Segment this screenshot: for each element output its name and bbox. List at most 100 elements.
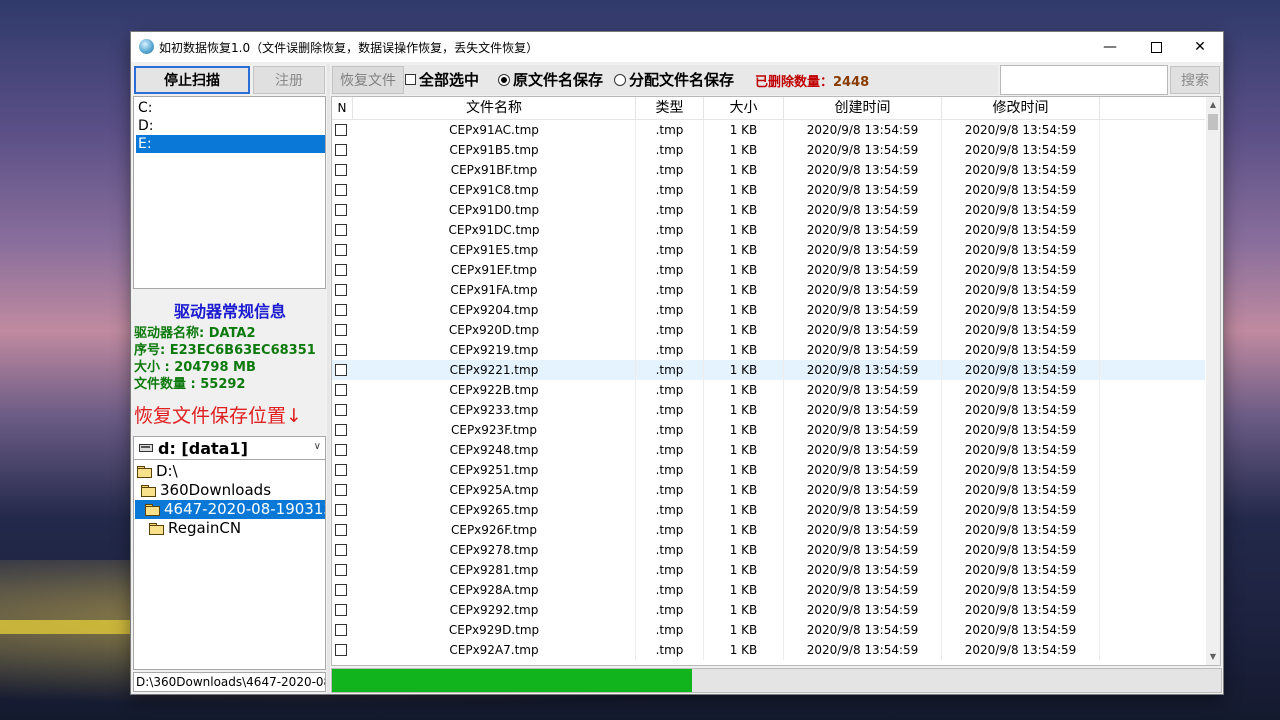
drive-item-e[interactable]: E:: [136, 135, 325, 153]
table-row[interactable]: CEPx9221.tmp .tmp 1 KB 2020/9/8 13:54:59 202…: [332, 360, 1205, 380]
drive-list[interactable]: C: D: E:: [133, 96, 326, 289]
table-row[interactable]: CEPx9292.tmp .tmp 1 KB 2020/9/8 13:54:59 202…: [332, 600, 1205, 620]
row-checkbox[interactable]: [335, 384, 347, 396]
table-scrollbar[interactable]: ▲ ▼: [1206, 97, 1220, 665]
row-checkbox[interactable]: [335, 444, 347, 456]
cell-size: 1 KB: [704, 240, 784, 260]
row-checkbox[interactable]: [335, 424, 347, 436]
table-row[interactable]: CEPx9251.tmp .tmp 1 KB 2020/9/8 13:54:59 202…: [332, 460, 1205, 480]
row-checkbox[interactable]: [335, 204, 347, 216]
recover-files-button[interactable]: 恢复文件: [332, 66, 404, 94]
scroll-down-icon[interactable]: ▼: [1206, 649, 1220, 665]
table-row[interactable]: CEPx92A7.tmp .tmp 1 KB 2020/9/8 13:54:59 202…: [332, 640, 1205, 660]
column-header-name[interactable]: 文件名称: [353, 97, 636, 119]
column-header-modified[interactable]: 修改时间: [942, 97, 1100, 119]
drive-item-c[interactable]: C:: [136, 99, 325, 117]
cell-modified: 2020/9/8 13:54:59: [942, 220, 1100, 240]
row-checkbox[interactable]: [335, 144, 347, 156]
column-header-size[interactable]: 大小: [704, 97, 784, 119]
table-row[interactable]: CEPx9265.tmp .tmp 1 KB 2020/9/8 13:54:59 202…: [332, 500, 1205, 520]
table-row[interactable]: CEPx922B.tmp .tmp 1 KB 2020/9/8 13:54:59 202…: [332, 380, 1205, 400]
register-button[interactable]: 注册: [253, 66, 325, 94]
row-checkbox[interactable]: [335, 344, 347, 356]
cell-name: CEPx91BF.tmp: [353, 160, 636, 180]
folder-tree[interactable]: D:\ 360Downloads 4647-2020-08-190313 Reg…: [133, 460, 326, 670]
row-checkbox[interactable]: [335, 224, 347, 236]
search-button[interactable]: 搜索: [1170, 66, 1220, 94]
save-path-field[interactable]: D:\360Downloads\4647-2020-08-: [133, 672, 326, 692]
table-row[interactable]: CEPx91C8.tmp .tmp 1 KB 2020/9/8 13:54:59 202…: [332, 180, 1205, 200]
row-checkbox[interactable]: [335, 644, 347, 656]
cell-created: 2020/9/8 13:54:59: [784, 140, 942, 160]
row-checkbox[interactable]: [335, 264, 347, 276]
maximize-icon: [1150, 41, 1162, 53]
row-checkbox[interactable]: [335, 564, 347, 576]
row-checkbox[interactable]: [335, 164, 347, 176]
close-button[interactable]: ✕: [1177, 32, 1223, 62]
table-row[interactable]: CEPx91D0.tmp .tmp 1 KB 2020/9/8 13:54:59 202…: [332, 200, 1205, 220]
tree-node-root[interactable]: D:\: [137, 462, 178, 481]
row-checkbox[interactable]: [335, 624, 347, 636]
table-row[interactable]: CEPx9233.tmp .tmp 1 KB 2020/9/8 13:54:59 202…: [332, 400, 1205, 420]
select-all-checkbox[interactable]: 全部选中: [405, 69, 479, 90]
row-checkbox[interactable]: [335, 284, 347, 296]
row-checkbox[interactable]: [335, 244, 347, 256]
table-row[interactable]: CEPx91FA.tmp .tmp 1 KB 2020/9/8 13:54:59 202…: [332, 280, 1205, 300]
row-checkbox[interactable]: [335, 364, 347, 376]
stop-scan-button[interactable]: 停止扫描: [134, 66, 250, 94]
row-checkbox[interactable]: [335, 584, 347, 596]
row-checkbox[interactable]: [335, 324, 347, 336]
table-row[interactable]: CEPx91AC.tmp .tmp 1 KB 2020/9/8 13:54:59 202…: [332, 120, 1205, 140]
row-checkbox[interactable]: [335, 504, 347, 516]
row-checkbox[interactable]: [335, 404, 347, 416]
search-input[interactable]: [1000, 65, 1168, 95]
drive-item-d[interactable]: D:: [136, 117, 325, 135]
cell-type: .tmp: [636, 320, 704, 340]
table-row[interactable]: CEPx923F.tmp .tmp 1 KB 2020/9/8 13:54:59 202…: [332, 420, 1205, 440]
column-header-type[interactable]: 类型: [636, 97, 704, 119]
table-row[interactable]: CEPx9278.tmp .tmp 1 KB 2020/9/8 13:54:59 202…: [332, 540, 1205, 560]
table-row[interactable]: CEPx91B5.tmp .tmp 1 KB 2020/9/8 13:54:59 202…: [332, 140, 1205, 160]
table-row[interactable]: CEPx9248.tmp .tmp 1 KB 2020/9/8 13:54:59 202…: [332, 440, 1205, 460]
table-row[interactable]: CEPx91DC.tmp .tmp 1 KB 2020/9/8 13:54:59 202…: [332, 220, 1205, 240]
table-row[interactable]: CEPx9204.tmp .tmp 1 KB 2020/9/8 13:54:59 202…: [332, 300, 1205, 320]
column-header-created[interactable]: 创建时间: [784, 97, 942, 119]
minimize-button[interactable]: —: [1087, 32, 1133, 62]
tree-node-4647[interactable]: 4647-2020-08-190313: [135, 500, 325, 519]
table-row[interactable]: CEPx920D.tmp .tmp 1 KB 2020/9/8 13:54:59 202…: [332, 320, 1205, 340]
cell-size: 1 KB: [704, 460, 784, 480]
row-checkbox[interactable]: [335, 604, 347, 616]
table-row[interactable]: CEPx9281.tmp .tmp 1 KB 2020/9/8 13:54:59 202…: [332, 560, 1205, 580]
table-row[interactable]: CEPx925A.tmp .tmp 1 KB 2020/9/8 13:54:59 202…: [332, 480, 1205, 500]
row-checkbox[interactable]: [335, 524, 347, 536]
row-checkbox[interactable]: [335, 304, 347, 316]
maximize-button[interactable]: [1133, 32, 1179, 62]
cell-created: 2020/9/8 13:54:59: [784, 300, 942, 320]
table-row[interactable]: CEPx926F.tmp .tmp 1 KB 2020/9/8 13:54:59 202…: [332, 520, 1205, 540]
table-row[interactable]: CEPx91E5.tmp .tmp 1 KB 2020/9/8 13:54:59 202…: [332, 240, 1205, 260]
panel-splitter[interactable]: [327, 64, 330, 694]
table-row[interactable]: CEPx9219.tmp .tmp 1 KB 2020/9/8 13:54:59 202…: [332, 340, 1205, 360]
app-icon: [139, 39, 154, 54]
cell-name: CEPx91E5.tmp: [353, 240, 636, 260]
row-checkbox[interactable]: [335, 544, 347, 556]
cell-created: 2020/9/8 13:54:59: [784, 620, 942, 640]
cell-size: 1 KB: [704, 480, 784, 500]
scroll-up-icon[interactable]: ▲: [1206, 97, 1220, 113]
row-checkbox[interactable]: [335, 124, 347, 136]
table-row[interactable]: CEPx91BF.tmp .tmp 1 KB 2020/9/8 13:54:59 202…: [332, 160, 1205, 180]
keep-original-name-radio[interactable]: 原文件名保存: [498, 69, 603, 90]
column-header-n[interactable]: N: [332, 97, 353, 119]
assign-name-radio[interactable]: 分配文件名保存: [614, 69, 734, 90]
save-drive-select[interactable]: d: [data1] ∨: [133, 436, 326, 460]
row-checkbox[interactable]: [335, 184, 347, 196]
cell-created: 2020/9/8 13:54:59: [784, 160, 942, 180]
row-checkbox[interactable]: [335, 484, 347, 496]
tree-node-360downloads[interactable]: 360Downloads: [141, 481, 271, 500]
scroll-thumb[interactable]: [1208, 114, 1218, 130]
table-row[interactable]: CEPx91EF.tmp .tmp 1 KB 2020/9/8 13:54:59 202…: [332, 260, 1205, 280]
row-checkbox[interactable]: [335, 464, 347, 476]
table-row[interactable]: CEPx929D.tmp .tmp 1 KB 2020/9/8 13:54:59 202…: [332, 620, 1205, 640]
table-row[interactable]: CEPx928A.tmp .tmp 1 KB 2020/9/8 13:54:59 202…: [332, 580, 1205, 600]
tree-node-regaincn[interactable]: RegainCN: [149, 519, 241, 538]
